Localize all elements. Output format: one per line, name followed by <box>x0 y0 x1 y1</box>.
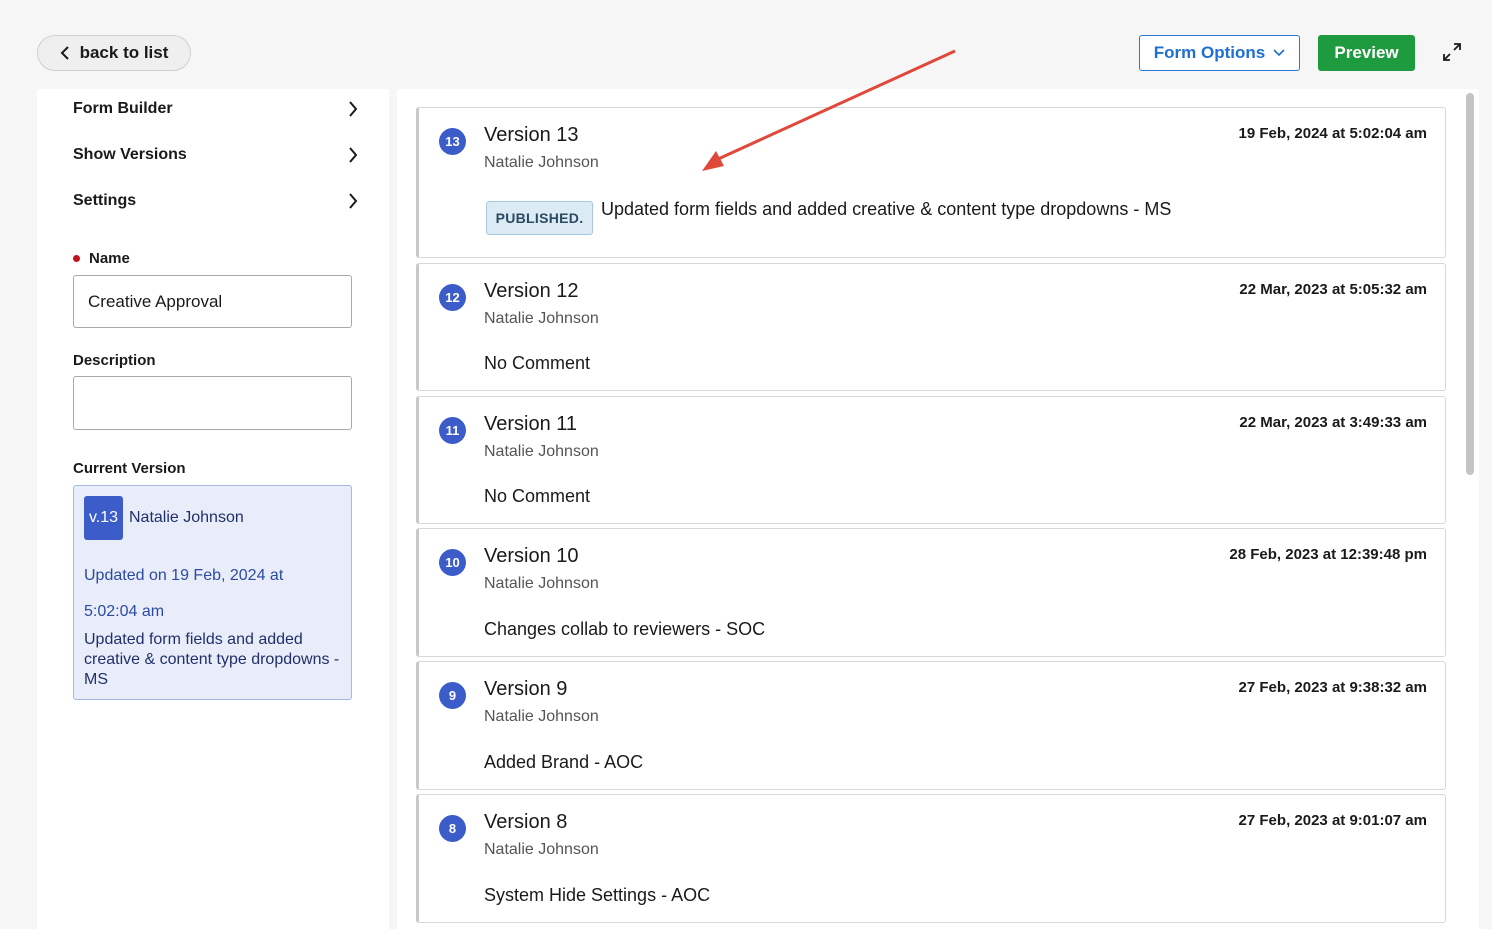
back-to-list-label: back to list <box>79 43 169 62</box>
chevron-right-icon <box>349 193 358 209</box>
version-author: Natalie Johnson <box>484 841 599 858</box>
name-label: Name <box>89 250 130 267</box>
version-date: 22 Mar, 2023 at 3:49:33 am <box>1239 414 1427 431</box>
chevron-left-icon <box>60 46 69 60</box>
version-title: Version 13 <box>484 124 579 146</box>
chevron-right-icon <box>349 147 358 163</box>
version-title: Version 9 <box>484 678 568 700</box>
sidebar-item-settings[interactable]: Settings <box>73 186 358 216</box>
description-label: Description <box>73 352 156 369</box>
version-date: 22 Mar, 2023 at 5:05:32 am <box>1239 281 1427 298</box>
version-comment: No Comment <box>484 353 591 373</box>
description-input[interactable] <box>73 376 352 430</box>
version-title: Version 10 <box>484 545 579 567</box>
version-list: 13 Version 13 Natalie Johnson 19 Feb, 20… <box>397 89 1479 929</box>
name-label-row: Name <box>73 250 130 267</box>
version-card[interactable]: 13 Version 13 Natalie Johnson 19 Feb, 20… <box>416 107 1446 258</box>
version-date: 19 Feb, 2024 at 5:02:04 am <box>1238 125 1427 142</box>
sidebar: Form Builder Show Versions Settings Name… <box>37 89 389 929</box>
version-card[interactable]: 10 Version 10 Natalie Johnson 28 Feb, 20… <box>416 528 1446 657</box>
version-number-badge: 12 <box>439 284 466 311</box>
current-version-updated: Updated on 19 Feb, 2024 at 5:02:04 am <box>84 567 284 620</box>
version-title: Version 8 <box>484 811 568 833</box>
version-card[interactable]: 12 Version 12 Natalie Johnson 22 Mar, 20… <box>416 263 1446 391</box>
published-badge: PUBLISHED. <box>486 201 593 235</box>
version-number-badge: 11 <box>439 417 466 444</box>
preview-label: Preview <box>1334 43 1399 62</box>
version-comment: Updated form fields and added creative &… <box>601 199 1172 219</box>
name-input[interactable] <box>73 275 352 328</box>
version-badge: v.13 <box>84 496 123 540</box>
current-version-card: v.13 Natalie Johnson Updated on 19 Feb, 2… <box>73 485 352 700</box>
preview-button[interactable]: Preview <box>1318 35 1415 71</box>
current-version-comment: Updated form fields and added creative &… <box>84 631 340 688</box>
version-number-badge: 10 <box>439 549 466 576</box>
version-date: 27 Feb, 2023 at 9:01:07 am <box>1238 812 1427 829</box>
sidebar-item-label: Form Builder <box>73 100 173 117</box>
version-author: Natalie Johnson <box>484 575 599 592</box>
version-number-badge: 8 <box>439 815 466 842</box>
back-to-list-button[interactable]: back to list <box>37 35 191 71</box>
version-title: Version 11 <box>484 413 578 435</box>
version-comment: Changes collab to reviewers - SOC <box>484 619 766 639</box>
version-comment: No Comment <box>484 486 591 506</box>
version-date: 28 Feb, 2023 at 12:39:48 pm <box>1229 546 1427 563</box>
version-comment: System Hide Settings - AOC <box>484 885 711 905</box>
version-date: 27 Feb, 2023 at 9:38:32 am <box>1238 679 1427 696</box>
scrollbar[interactable] <box>1466 93 1474 475</box>
version-card[interactable]: 11 Version 11 Natalie Johnson 22 Mar, 20… <box>416 396 1446 524</box>
sidebar-item-form-builder[interactable]: Form Builder <box>73 94 358 124</box>
version-card[interactable]: 9 Version 9 Natalie Johnson 27 Feb, 2023… <box>416 661 1446 790</box>
current-version-author: Natalie Johnson <box>129 509 244 526</box>
sidebar-item-show-versions[interactable]: Show Versions <box>73 140 358 170</box>
version-card[interactable]: 8 Version 8 Natalie Johnson 27 Feb, 2023… <box>416 794 1446 923</box>
version-author: Natalie Johnson <box>484 443 599 460</box>
form-options-dropdown[interactable]: Form Options <box>1139 35 1300 71</box>
sidebar-item-label: Settings <box>73 192 137 209</box>
version-title: Version 12 <box>484 280 579 302</box>
expand-icon[interactable] <box>1442 42 1462 62</box>
required-indicator <box>73 254 80 262</box>
sidebar-item-label: Show Versions <box>73 146 187 163</box>
current-version-label: Current Version <box>73 460 186 477</box>
chevron-down-icon <box>1273 49 1285 57</box>
form-options-label: Form Options <box>1153 43 1266 62</box>
version-author: Natalie Johnson <box>484 154 599 171</box>
version-comment: Added Brand - AOC <box>484 752 644 772</box>
chevron-right-icon <box>349 101 358 117</box>
version-number-badge: 13 <box>439 128 466 155</box>
version-author: Natalie Johnson <box>484 708 599 725</box>
version-number-badge: 9 <box>439 682 466 709</box>
version-author: Natalie Johnson <box>484 310 599 327</box>
